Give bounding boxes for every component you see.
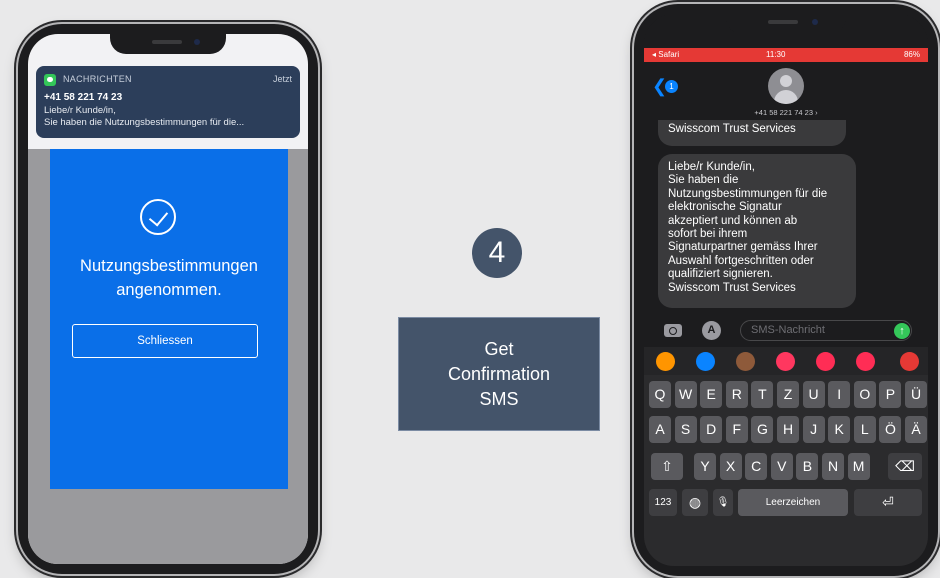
right-phone-screen: ◂ Safari 11:30 86% ❮ 1 +41 58 221 74 23 … <box>644 14 928 566</box>
photos-app-icon[interactable] <box>656 352 675 371</box>
conversation-header: ❮ 1 +41 58 221 74 23 › <box>644 62 928 120</box>
bubble-line: Nutzungsbestimmungen für die <box>668 187 828 200</box>
notification-time: Jetzt <box>272 74 292 84</box>
microphone-key[interactable]: 🎙 <box>713 489 733 516</box>
key-k[interactable]: K <box>828 416 851 443</box>
space-key[interactable]: Leerzeichen <box>738 489 848 516</box>
bubble-line: Liebe/r Kunde/in, <box>668 161 755 173</box>
key-ä[interactable]: Ä <box>905 416 927 443</box>
key-a[interactable]: A <box>649 416 671 443</box>
front-camera-icon <box>812 19 818 25</box>
notification-line-1: Liebe/r Kunde/in, <box>44 105 116 116</box>
globe-key[interactable]: ◍ <box>682 489 708 516</box>
step-number-badge: 4 <box>472 228 522 278</box>
key-e[interactable]: E <box>700 381 723 408</box>
return-key[interactable]: ⏎ <box>854 489 922 516</box>
bubble-line: Auswahl fortgeschritten oder <box>668 254 814 267</box>
key-u[interactable]: U <box>802 381 825 408</box>
right-phone-notch <box>726 12 846 34</box>
key-s[interactable]: S <box>674 416 697 443</box>
bubble-line: qualifiziert signieren. <box>668 268 773 281</box>
key-x[interactable]: X <box>719 453 742 480</box>
message-bubble-confirmation: Liebe/r Kunde/in, Sie haben die Nutzungs… <box>658 154 856 308</box>
key-m[interactable]: M <box>847 453 870 480</box>
key-y[interactable]: Y <box>694 453 716 480</box>
status-time: 11:30 <box>766 50 786 59</box>
speaker-icon <box>152 40 182 44</box>
right-phone: ◂ Safari 11:30 86% ❮ 1 +41 58 221 74 23 … <box>634 4 938 576</box>
key-t[interactable]: T <box>751 381 774 408</box>
checkmark-circle-icon <box>140 199 176 235</box>
status-back-to-safari[interactable]: ◂ Safari <box>652 50 679 59</box>
speaker-icon <box>768 20 798 24</box>
accepted-message: Nutzungsbestimmungen angenommen. <box>50 254 288 302</box>
camera-icon[interactable] <box>664 324 682 337</box>
messages-app-icon <box>44 74 56 86</box>
sms-notification[interactable]: NACHRICHTEN Jetzt +41 58 221 74 23 Liebe… <box>36 66 300 138</box>
key-h[interactable]: H <box>777 416 799 443</box>
key-c[interactable]: C <box>745 453 768 480</box>
key-v[interactable]: V <box>770 453 793 480</box>
step-label-line-2: Confirmation <box>447 363 551 384</box>
bubble-line: Signaturpartner gemäss Ihrer <box>668 241 818 254</box>
key-d[interactable]: D <box>700 416 723 443</box>
contact-avatar[interactable] <box>768 68 804 104</box>
status-bar: ◂ Safari 11:30 86% <box>644 48 928 62</box>
step-label-line-3: SMS <box>479 388 519 409</box>
left-phone-notch <box>110 32 226 54</box>
message-bubble-previous: Swisscom Trust Services <box>658 120 846 146</box>
accepted-line-1: Nutzungsbestimmungen <box>80 257 258 275</box>
key-p[interactable]: P <box>879 381 902 408</box>
key-w[interactable]: W <box>674 381 697 408</box>
send-arrow-icon[interactable]: ↑ <box>894 323 910 339</box>
key-b[interactable]: B <box>796 453 819 480</box>
numbers-key[interactable]: 123 <box>649 489 677 516</box>
bubble-line: sofort bei ihrem <box>668 228 748 241</box>
key-z[interactable]: Z <box>777 381 799 408</box>
app-store-app-icon[interactable] <box>696 352 715 371</box>
key-l[interactable]: L <box>853 416 876 443</box>
memoji-app-icon[interactable] <box>736 352 755 371</box>
keyboard: Q W E R T Z U I O P Ü A S D F G H J K L Ö Ä ⇧ Y X C V B N M ⌫ 123 ◍ 🎙 Leer… <box>644 375 928 535</box>
front-camera-icon <box>194 39 200 45</box>
compose-bar: A SMS-Nachricht ↑ <box>644 314 928 346</box>
confirmation-panel <box>50 149 288 489</box>
bank-app-icon[interactable] <box>900 352 919 371</box>
sms-input[interactable]: SMS-Nachricht <box>740 320 912 341</box>
imessage-apps-bar <box>644 347 928 375</box>
key-f[interactable]: F <box>725 416 748 443</box>
bubble-line: elektronische Signatur <box>668 201 782 214</box>
home-indicator-area <box>644 535 928 566</box>
key-q[interactable]: Q <box>649 381 671 408</box>
key-g[interactable]: G <box>751 416 774 443</box>
music-app-icon[interactable] <box>816 352 835 371</box>
shift-key[interactable]: ⇧ <box>651 453 683 480</box>
contact-number[interactable]: +41 58 221 74 23 › <box>644 108 928 117</box>
bubble-line: akzeptiert und können ab <box>668 214 798 227</box>
app-store-icon[interactable]: A <box>702 321 721 340</box>
key-ö[interactable]: Ö <box>879 416 902 443</box>
key-ü[interactable]: Ü <box>905 381 927 408</box>
key-o[interactable]: O <box>853 381 876 408</box>
key-i[interactable]: I <box>828 381 851 408</box>
backspace-key[interactable]: ⌫ <box>888 453 922 480</box>
accepted-line-2: angenommen. <box>116 281 222 299</box>
notification-app-name: NACHRICHTEN <box>63 74 132 84</box>
key-j[interactable]: J <box>802 416 825 443</box>
notification-sender: +41 58 221 74 23 <box>44 92 123 103</box>
key-r[interactable]: R <box>725 381 748 408</box>
left-phone: NACHRICHTEN Jetzt +41 58 221 74 23 Liebe… <box>18 24 318 574</box>
unread-badge: 1 <box>665 80 678 93</box>
close-button[interactable]: Schliessen <box>72 324 258 358</box>
step-label-box: Get Confirmation SMS <box>398 317 600 431</box>
notification-line-2: Sie haben die Nutzungsbestimmungen für d… <box>44 117 245 128</box>
image-search-app-icon[interactable] <box>776 352 795 371</box>
bubble-line: Sie haben die <box>668 174 739 187</box>
heart-app-icon[interactable] <box>856 352 875 371</box>
step-label-line-1: Get <box>484 338 514 359</box>
status-battery: 86% <box>903 50 920 59</box>
bubble-line: Swisscom Trust Services <box>668 281 796 294</box>
left-phone-screen: NACHRICHTEN Jetzt +41 58 221 74 23 Liebe… <box>28 34 308 564</box>
key-n[interactable]: N <box>822 453 844 480</box>
